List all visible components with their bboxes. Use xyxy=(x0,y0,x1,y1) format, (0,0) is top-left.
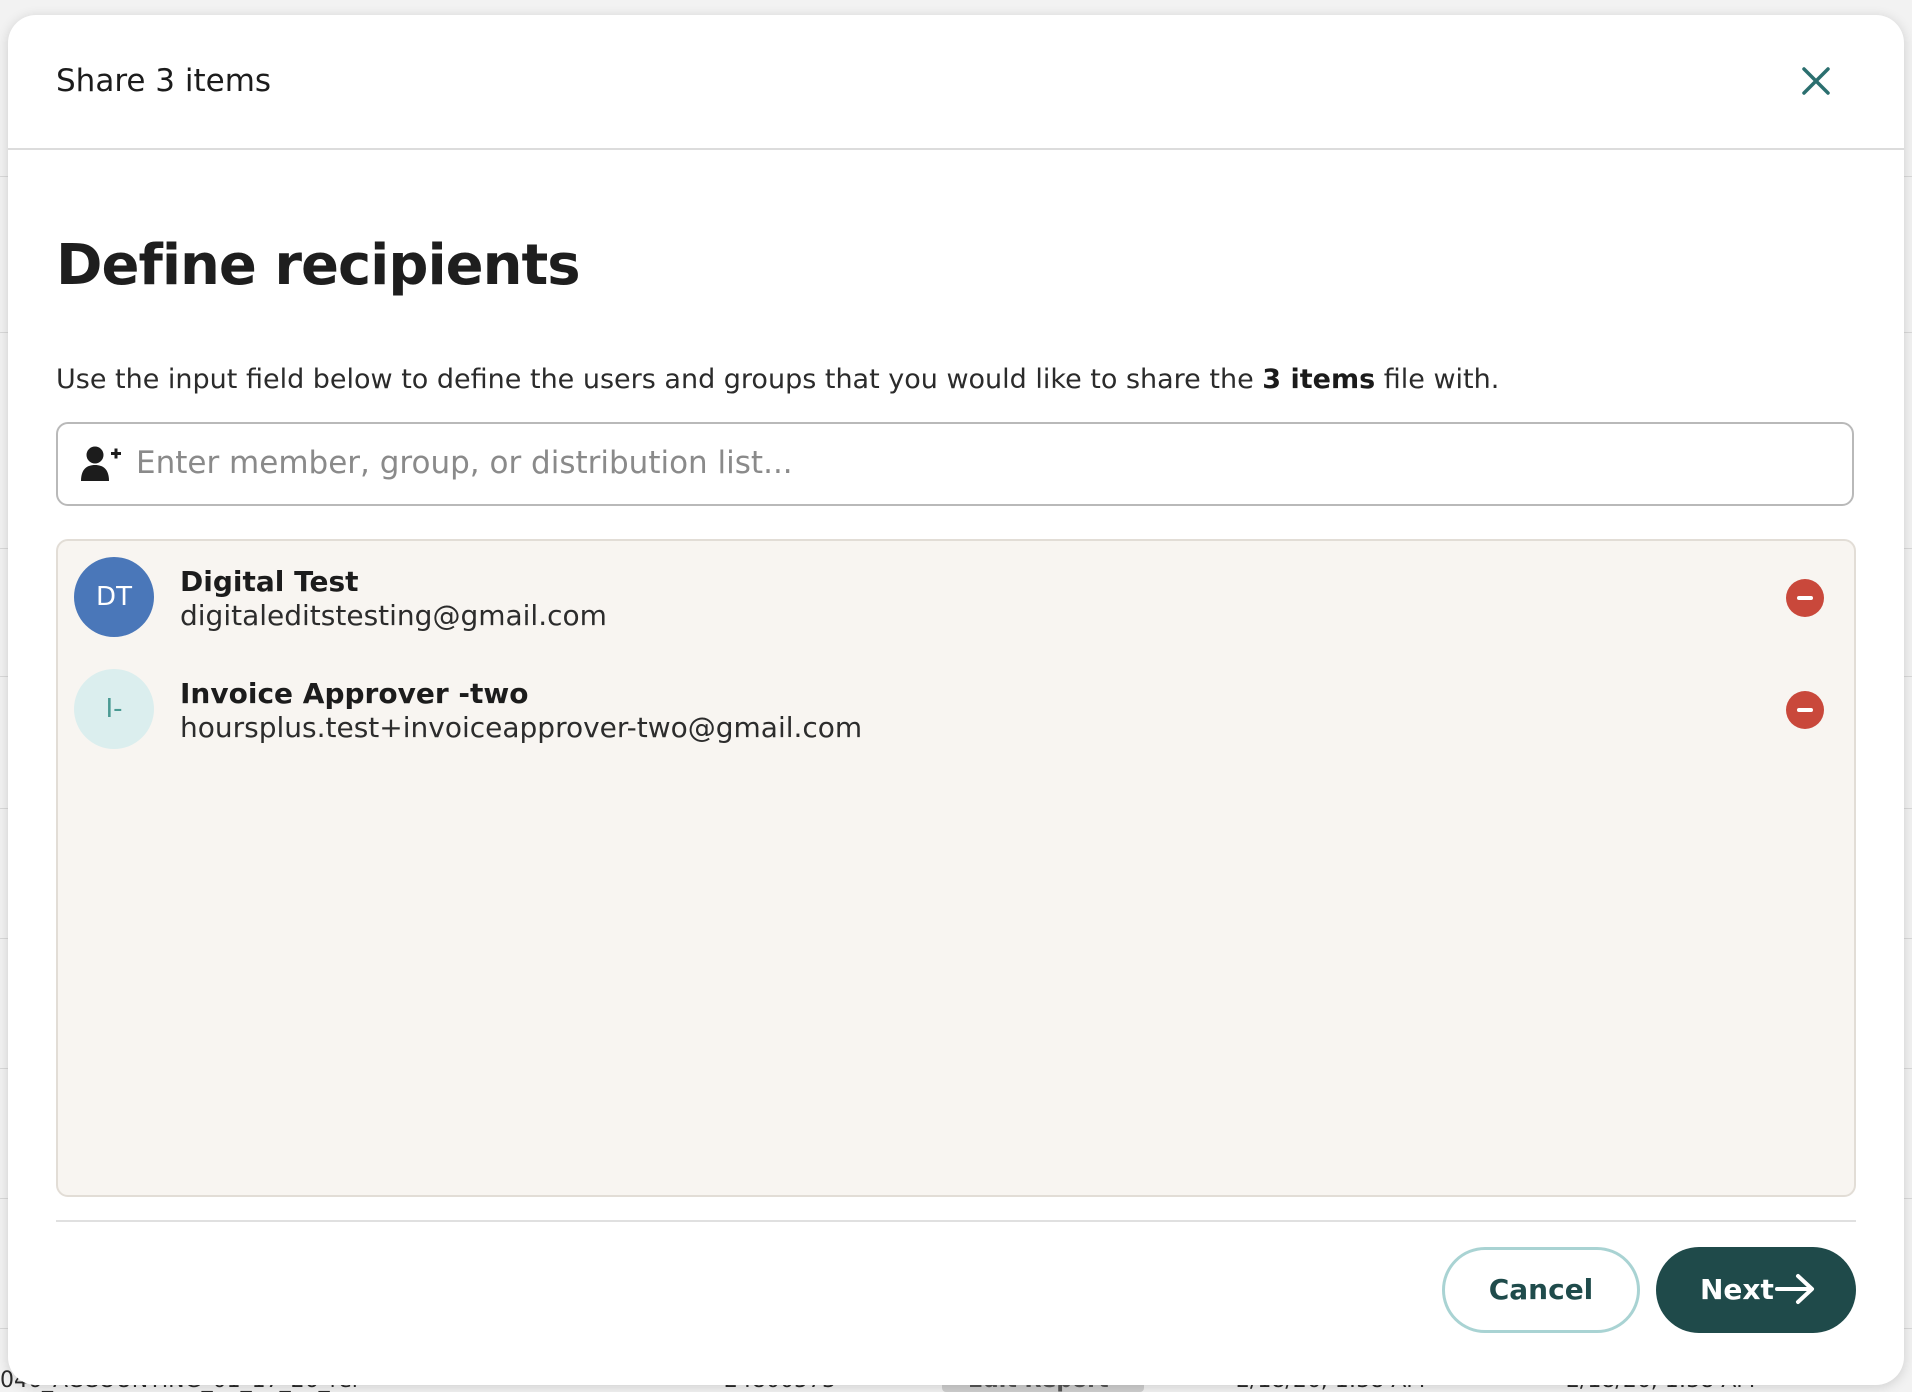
footer-divider xyxy=(56,1220,1856,1222)
arrow-right-icon xyxy=(1775,1274,1814,1304)
instructions-prefix: Use the input field below to define the … xyxy=(56,364,1263,395)
instructions-suffix: file with. xyxy=(1375,364,1500,395)
avatar: I- xyxy=(74,669,154,749)
item-count-label: 3 items xyxy=(1262,364,1376,395)
close-icon xyxy=(1802,67,1830,95)
list-item: I- Invoice Approver -two hoursplus.test+… xyxy=(74,669,1838,753)
remove-recipient-button[interactable] xyxy=(1786,691,1824,729)
dialog-title: Share 3 items xyxy=(56,63,272,99)
next-label: Next xyxy=(1700,1273,1774,1306)
avatar: DT xyxy=(74,557,154,637)
add-user-icon xyxy=(81,446,121,481)
cancel-button[interactable]: Cancel xyxy=(1442,1247,1640,1333)
recipient-name: Invoice Approver -two xyxy=(180,677,529,710)
instructions-text: Use the input field below to define the … xyxy=(56,364,1499,395)
recipient-list: DT Digital Test digitaleditstesting@gmai… xyxy=(56,539,1856,1197)
recipient-search-field[interactable] xyxy=(56,422,1854,506)
remove-recipient-button[interactable] xyxy=(1786,579,1824,617)
close-button[interactable] xyxy=(1794,59,1838,103)
recipient-name: Digital Test xyxy=(180,565,359,598)
share-dialog: Share 3 items Define recipients Use the … xyxy=(8,15,1904,1385)
section-heading: Define recipients xyxy=(56,233,581,298)
recipient-email: hoursplus.test+invoiceapprover-two@gmail… xyxy=(180,711,863,744)
list-item: DT Digital Test digitaleditstesting@gmai… xyxy=(74,557,1838,641)
recipient-email: digitaleditstesting@gmail.com xyxy=(180,599,607,632)
next-button[interactable]: Next xyxy=(1656,1247,1856,1333)
dialog-header: Share 3 items xyxy=(8,15,1904,150)
recipient-search-input[interactable] xyxy=(134,426,1838,500)
